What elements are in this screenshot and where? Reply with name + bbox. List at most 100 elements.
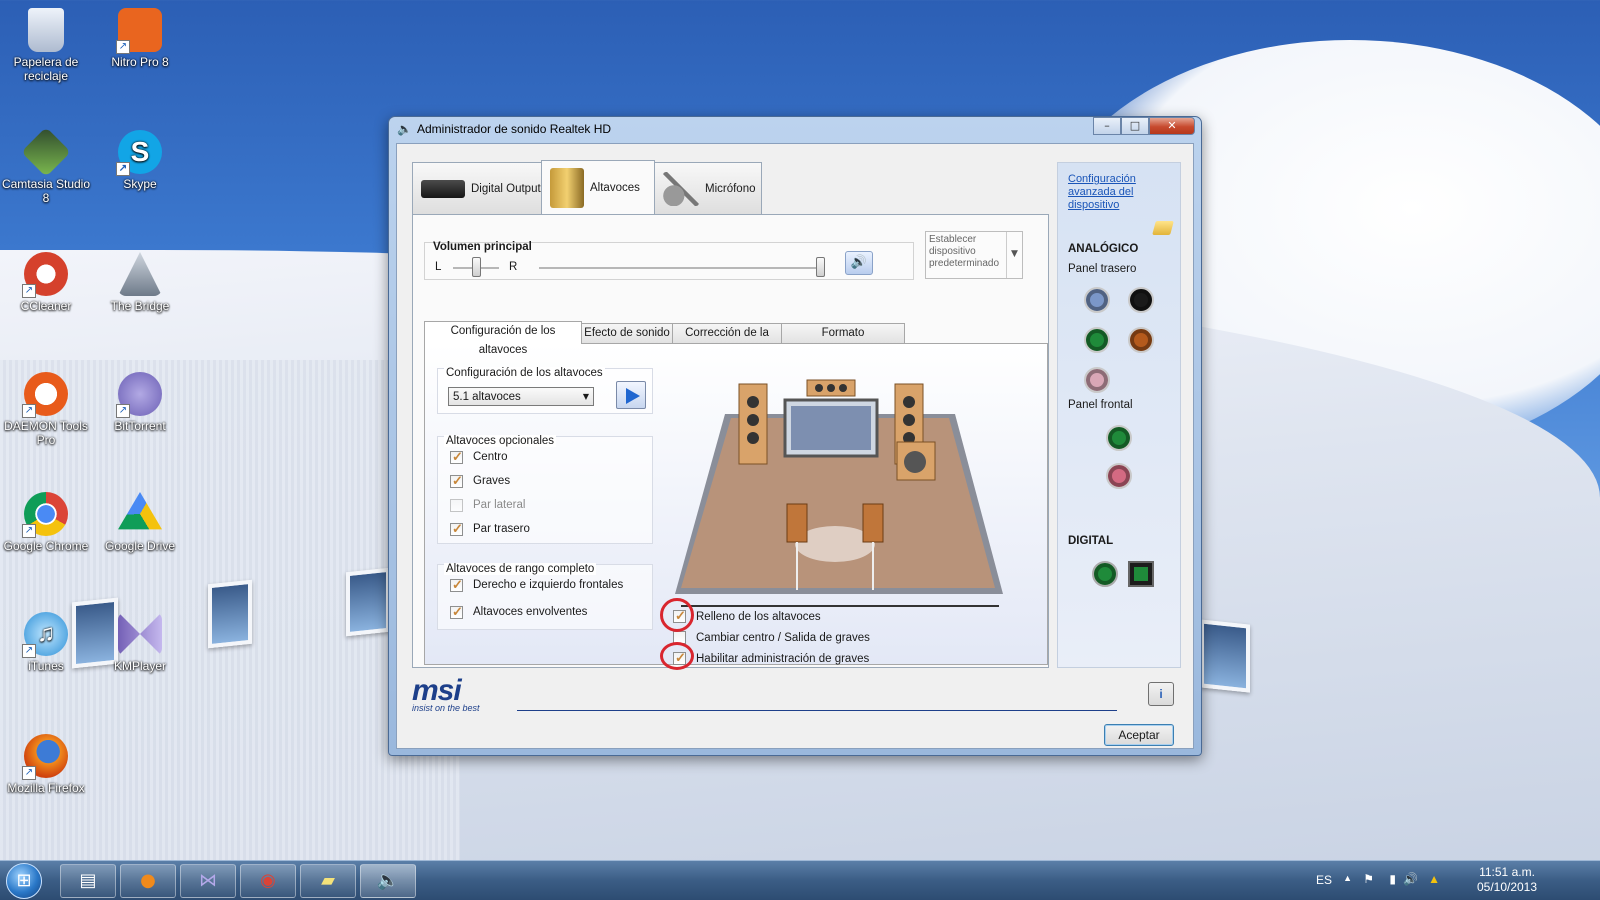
analog-title: ANALÓGICO bbox=[1068, 243, 1139, 255]
action-center-icon[interactable]: ⚑ bbox=[1363, 872, 1374, 886]
tab-altavoces[interactable]: Altavoces bbox=[541, 160, 655, 214]
desktop-icon-the-bridge[interactable]: The Bridge bbox=[94, 252, 186, 313]
close-button[interactable]: ✕ bbox=[1149, 117, 1195, 135]
desktop-icon-camtasia[interactable]: Camtasia Studio 8 bbox=[0, 127, 92, 205]
clock-time: 11:51 a.m. bbox=[1479, 865, 1535, 879]
desktop-icon-google-drive[interactable]: Google Drive bbox=[94, 492, 186, 553]
maximize-button[interactable]: □ bbox=[1121, 117, 1149, 135]
window-controls: – □ ✕ bbox=[1093, 117, 1195, 135]
bridge-icon bbox=[118, 252, 162, 296]
desktop-icon-skype[interactable]: S ↗ Skype bbox=[94, 130, 186, 191]
kmplayer-icon bbox=[118, 612, 162, 656]
digital-title: DIGITAL bbox=[1068, 535, 1114, 547]
checkbox-bass-management[interactable]: Habilitar administración de graves bbox=[673, 648, 1033, 669]
desktop-icon-label: iTunes bbox=[28, 659, 64, 673]
desktop-icon-firefox[interactable]: ↗ Mozilla Firefox bbox=[0, 734, 92, 795]
nitro-icon: ↗ bbox=[116, 8, 162, 54]
chrome-icon: ↗ bbox=[22, 492, 68, 538]
checkbox-box bbox=[450, 498, 463, 512]
google-drive-icon[interactable]: ▲ bbox=[1428, 872, 1440, 886]
subtab-sound-effect[interactable]: Efecto de sonido bbox=[581, 323, 673, 343]
chrome-icon: ◉ bbox=[260, 870, 276, 891]
jack-rear-pink[interactable] bbox=[1084, 367, 1110, 393]
checkbox-box[interactable] bbox=[450, 473, 463, 489]
checkbox-surround[interactable]: Altavoces envolventes bbox=[450, 600, 652, 624]
checkbox-box[interactable] bbox=[450, 604, 463, 620]
checkbox-swap-center-sub[interactable]: Cambiar centro / Salida de graves bbox=[673, 627, 1033, 648]
checkbox-label: Centro bbox=[473, 451, 508, 463]
desktop-icon-label: The Bridge bbox=[110, 299, 170, 313]
subtab-speaker-config[interactable]: Configuración de los altavoces bbox=[424, 321, 582, 356]
network-icon[interactable]: ▮ bbox=[1389, 872, 1396, 886]
tab-digital-output[interactable]: Digital Output bbox=[412, 162, 542, 214]
room-illustration bbox=[675, 379, 1003, 607]
taskbar-realtek[interactable]: 🔈 bbox=[360, 864, 416, 898]
info-button[interactable]: i bbox=[1148, 682, 1174, 706]
jack-rear-green[interactable] bbox=[1084, 327, 1110, 353]
ok-button[interactable]: Aceptar bbox=[1104, 724, 1174, 746]
play-test-button[interactable] bbox=[616, 381, 646, 409]
rear-panel-label: Panel trasero bbox=[1068, 263, 1137, 275]
desktop-icon-google-chrome[interactable]: ↗ Google Chrome bbox=[0, 492, 92, 553]
checkbox-box[interactable] bbox=[450, 449, 463, 465]
speaker-icon: 🔈 bbox=[397, 122, 412, 136]
optical-port-icon[interactable] bbox=[1128, 561, 1154, 587]
volume-icon[interactable]: 🔊 bbox=[1403, 872, 1418, 886]
taskbar-kmplayer[interactable]: ⋈ bbox=[180, 864, 236, 898]
realtek-window: 🔈 Administrador de sonido Realtek HD – □… bbox=[388, 116, 1202, 756]
minimize-button[interactable]: – bbox=[1093, 117, 1121, 135]
jack-rear-blue[interactable] bbox=[1084, 287, 1110, 313]
desktop-icon-kmplayer[interactable]: KMPlayer bbox=[94, 612, 186, 673]
jack-front-pink[interactable] bbox=[1106, 463, 1132, 489]
subtab-default-format[interactable]: Formato predeterminado bbox=[781, 323, 905, 358]
checkbox-centro[interactable]: Centro bbox=[450, 445, 652, 469]
subtab-room-correction[interactable]: Corrección de la sala bbox=[672, 323, 782, 358]
desktop-icon-label: Nitro Pro 8 bbox=[111, 55, 169, 69]
jack-rear-orange[interactable] bbox=[1128, 327, 1154, 353]
checkbox-par-trasero[interactable]: Par trasero bbox=[450, 517, 652, 541]
digital-output-icon bbox=[421, 179, 465, 198]
desktop-icon-recycle-bin[interactable]: Papelera de reciclaje bbox=[0, 8, 92, 83]
default-device-button[interactable]: Establecer dispositivo predeterminado ▼ bbox=[925, 231, 1023, 279]
altavoces-panel: Volumen principal L R 🔊 Establecer dispo… bbox=[412, 214, 1049, 670]
jack-rear-black[interactable] bbox=[1128, 287, 1154, 313]
speaker-config-select[interactable]: 5.1 altavoces ▼ bbox=[448, 387, 594, 406]
start-button[interactable]: ⊞ bbox=[6, 863, 42, 899]
taskbar-firefox[interactable]: ● bbox=[120, 864, 176, 898]
desktop-icon-bittorrent[interactable]: ↗ BitTorrent bbox=[94, 372, 186, 433]
wallpaper-window bbox=[1200, 619, 1250, 693]
speaker-config-label: Configuración de los altavoces bbox=[444, 367, 605, 379]
mute-button[interactable]: 🔊 bbox=[845, 251, 873, 275]
desktop-icon-nitro[interactable]: ↗ Nitro Pro 8 bbox=[94, 8, 186, 69]
desktop-icon-daemon-tools[interactable]: ↗ DAEMON Tools Pro bbox=[0, 372, 92, 447]
checkbox-label: Cambiar centro / Salida de graves bbox=[696, 631, 870, 644]
checkbox-speaker-fill[interactable]: Relleno de los altavoces bbox=[673, 606, 1033, 627]
jack-front-green[interactable] bbox=[1106, 425, 1132, 451]
volume-slider-thumb[interactable] bbox=[816, 257, 825, 277]
desktop-icon-label: Google Chrome bbox=[3, 539, 89, 553]
fullrange-speakers-group: Altavoces de rango completo Derecho e iz… bbox=[437, 563, 653, 630]
language-indicator[interactable]: ES bbox=[1316, 873, 1332, 887]
advanced-settings-link[interactable]: Configuración avanzada del dispositivo bbox=[1068, 173, 1168, 212]
chevron-up-icon[interactable]: ▲ bbox=[1343, 873, 1352, 883]
desktop-icon-itunes[interactable]: ♫ ↗ iTunes bbox=[0, 612, 92, 673]
taskbar-chrome[interactable]: ◉ bbox=[240, 864, 296, 898]
desktop-icon-ccleaner[interactable]: ↗ CCleaner bbox=[0, 252, 92, 313]
brand-name: msi bbox=[412, 674, 462, 707]
microphone-icon bbox=[663, 171, 699, 206]
checkbox-front-lr[interactable]: Derecho e izquierdo frontales bbox=[450, 573, 652, 597]
chevron-down-icon[interactable]: ▼ bbox=[1006, 232, 1022, 278]
taskbar-sticky-notes[interactable]: ▰ bbox=[300, 864, 356, 898]
skype-icon: S ↗ bbox=[116, 130, 162, 176]
checkbox-box[interactable] bbox=[450, 577, 463, 593]
balance-slider-thumb[interactable] bbox=[472, 257, 481, 277]
taskbar-explorer[interactable]: ▤ bbox=[60, 864, 116, 898]
clock[interactable]: 11:51 a.m. 05/10/2013 bbox=[1462, 865, 1552, 895]
checkbox-box[interactable] bbox=[450, 521, 463, 537]
checkbox-label: Habilitar administración de graves bbox=[696, 652, 870, 665]
jack-digital-coax[interactable] bbox=[1092, 561, 1118, 587]
tab-microfono[interactable]: Micrófono bbox=[654, 162, 762, 214]
checkbox-graves[interactable]: Graves bbox=[450, 469, 652, 493]
folder-icon[interactable] bbox=[1152, 221, 1174, 235]
checkbox-label: Par lateral bbox=[473, 499, 526, 511]
